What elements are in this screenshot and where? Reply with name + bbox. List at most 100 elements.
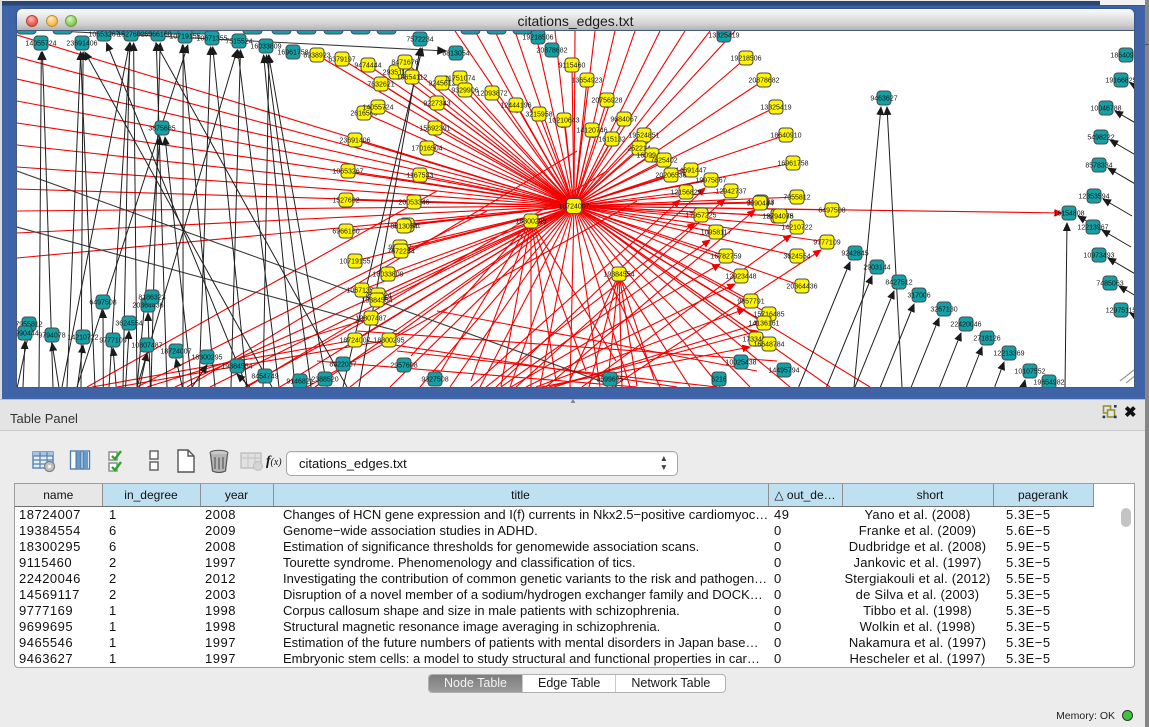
svg-text:14055724: 14055724 <box>362 105 393 112</box>
svg-text:17016504: 17016504 <box>411 146 442 153</box>
svg-text:7485063: 7485063 <box>1096 281 1123 288</box>
svg-text:19218506: 19218506 <box>730 56 761 63</box>
svg-text:13325419: 13325419 <box>760 105 791 112</box>
svg-text:16033809: 16033809 <box>372 272 403 279</box>
svg-text:20206536: 20206536 <box>655 173 686 180</box>
svg-text:9699695: 9699695 <box>596 377 623 384</box>
svg-text:23691406: 23691406 <box>339 138 370 145</box>
svg-text:10210643: 10210643 <box>548 118 579 125</box>
svg-text:6497508: 6497508 <box>89 300 116 307</box>
svg-text:10025438: 10025438 <box>725 360 756 367</box>
svg-text:12942737: 12942737 <box>715 189 746 196</box>
svg-text:20878682: 20878682 <box>748 78 779 85</box>
svg-text:19524851: 19524851 <box>628 133 659 140</box>
svg-text:8578334: 8578334 <box>1085 163 1112 170</box>
svg-text:317006: 317006 <box>907 293 930 300</box>
svg-text:14055724: 14055724 <box>25 41 56 48</box>
svg-text:9327508: 9327508 <box>421 377 448 384</box>
svg-text:18724007: 18724007 <box>558 204 589 211</box>
svg-text:14495794: 14495794 <box>768 368 799 375</box>
svg-text:2957608: 2957608 <box>390 363 417 370</box>
svg-text:9115460: 9115460 <box>559 63 586 70</box>
svg-text:12213369: 12213369 <box>993 351 1024 358</box>
svg-text:20756928: 20756928 <box>591 98 622 105</box>
svg-text:10671355: 10671355 <box>196 36 227 43</box>
svg-text:9474444: 9474444 <box>354 63 381 70</box>
svg-text:23691406: 23691406 <box>66 41 97 48</box>
svg-text:10958117: 10958117 <box>701 230 732 237</box>
svg-text:18300295: 18300295 <box>373 338 404 345</box>
svg-text:9990444: 9990444 <box>746 201 773 208</box>
svg-text:10653267: 10653267 <box>332 169 363 176</box>
svg-text:6379197: 6379197 <box>328 57 355 64</box>
svg-text:7955812: 7955812 <box>783 195 810 202</box>
svg-text:1615132: 1615132 <box>598 137 625 144</box>
svg-text:19384554: 19384554 <box>361 298 392 305</box>
svg-text:2903144: 2903144 <box>863 265 890 272</box>
svg-text:7515524: 7515524 <box>225 39 252 46</box>
svg-text:14136161: 14136161 <box>748 321 779 328</box>
svg-text:6216: 6216 <box>711 377 727 384</box>
svg-text:9146821: 9146821 <box>286 379 313 386</box>
svg-text:3267130: 3267130 <box>930 307 957 314</box>
svg-text:9329906: 9329906 <box>451 88 478 95</box>
svg-text:19975867: 19975867 <box>695 178 726 185</box>
svg-text:16154808: 16154808 <box>1053 211 1084 218</box>
svg-text:13654923: 13654923 <box>571 78 602 85</box>
svg-text:8813054: 8813054 <box>390 224 417 231</box>
svg-text:8938923: 8938923 <box>303 53 330 60</box>
svg-text:18724007: 18724007 <box>339 338 370 345</box>
svg-text:1527602: 1527602 <box>117 32 144 39</box>
svg-text:3875685: 3875685 <box>148 126 175 133</box>
svg-text:9684067: 9684067 <box>610 117 637 124</box>
svg-text:7632621: 7632621 <box>367 82 394 89</box>
svg-text:20364436: 20364436 <box>786 284 817 291</box>
svg-text:8427512: 8427512 <box>885 280 912 287</box>
svg-text:19384554: 19384554 <box>603 272 634 279</box>
svg-text:12444196: 12444196 <box>500 103 531 110</box>
svg-text:11751074: 11751074 <box>445 76 476 83</box>
svg-text:14210722: 14210722 <box>781 225 812 232</box>
svg-text:3624554: 3624554 <box>115 321 142 328</box>
svg-text:19166825: 19166825 <box>1105 78 1134 85</box>
svg-text:12156829: 12156829 <box>670 190 701 197</box>
svg-text:3624554: 3624554 <box>783 254 810 261</box>
svg-text:8813054: 8813054 <box>442 51 469 58</box>
svg-text:12975115: 12975115 <box>1106 308 1134 315</box>
svg-text:9777109: 9777109 <box>99 338 126 345</box>
svg-text:8454749: 8454749 <box>251 374 278 381</box>
svg-text:18724007: 18724007 <box>160 349 191 356</box>
svg-text:20878682: 20878682 <box>536 48 567 55</box>
svg-text:10973493: 10973493 <box>1083 253 1114 260</box>
svg-text:19654982: 19654982 <box>1033 380 1064 387</box>
svg-text:15692391: 15692391 <box>419 126 450 133</box>
svg-text:18640910: 18640910 <box>1110 53 1134 60</box>
svg-text:14210722: 14210722 <box>67 335 98 342</box>
svg-text:1167533: 1167533 <box>407 173 434 180</box>
svg-text:16961758: 16961758 <box>777 161 808 168</box>
svg-text:10654112: 10654112 <box>397 75 428 82</box>
svg-text:16648784: 16648784 <box>753 342 784 349</box>
svg-text:10807487: 10807487 <box>131 343 162 350</box>
svg-text:18640910: 18640910 <box>770 133 801 140</box>
svg-text:10653267: 10653267 <box>88 32 119 39</box>
svg-text:10719155: 10719155 <box>339 259 370 266</box>
svg-text:12923448: 12923448 <box>725 274 756 281</box>
svg-text:8322037: 8322037 <box>329 362 356 369</box>
svg-text:9794078: 9794078 <box>766 214 793 221</box>
svg-text:22420046: 22420046 <box>950 322 981 329</box>
svg-text:9990444: 9990444 <box>17 331 39 338</box>
svg-text:9777109: 9777109 <box>813 240 840 247</box>
svg-text:12213967: 12213967 <box>1077 225 1108 232</box>
svg-text:6966160: 6966160 <box>144 32 171 39</box>
svg-text:6497508: 6497508 <box>818 208 845 215</box>
svg-text:10807487: 10807487 <box>355 316 386 323</box>
svg-text:8186323: 8186323 <box>138 295 165 302</box>
svg-text:14120746: 14120746 <box>576 128 607 135</box>
svg-text:2388520: 2388520 <box>311 377 338 384</box>
svg-text:13325419: 13325419 <box>708 33 739 40</box>
svg-text:9242845: 9242845 <box>841 251 868 258</box>
svg-text:7572234: 7572234 <box>387 249 414 256</box>
svg-text:18300295: 18300295 <box>515 219 546 226</box>
svg-text:18300295: 18300295 <box>191 355 222 362</box>
